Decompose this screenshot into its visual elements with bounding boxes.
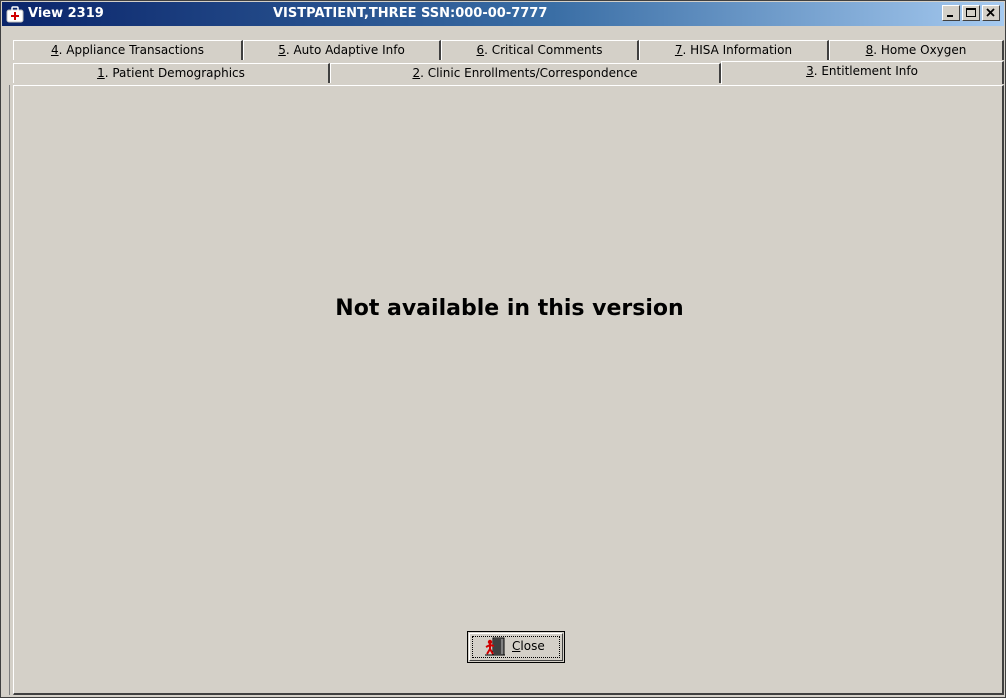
maximize-button[interactable]	[962, 5, 980, 21]
tab-entitlement-info[interactable]: 3. Entitlement Info	[721, 61, 1004, 84]
tab-content-panel: Not available in this version Close	[13, 85, 1004, 695]
close-button-label: Close	[512, 639, 545, 653]
window-title: View 2319	[28, 6, 104, 21]
minimize-icon	[947, 15, 953, 17]
tab-auto-adaptive-info[interactable]: 5. Auto Adaptive Info	[243, 40, 441, 60]
left-frame-edge	[9, 85, 12, 695]
maximize-icon	[966, 8, 976, 17]
tab-hisa-information[interactable]: 7. HISA Information	[639, 40, 829, 60]
caption-buttons	[942, 5, 1000, 23]
tab-patient-demographics[interactable]: 1. Patient Demographics	[13, 63, 330, 83]
medical-bag-icon	[6, 6, 24, 23]
tab-row-front: 1. Patient Demographics 2. Clinic Enroll…	[13, 61, 1004, 84]
patient-info: VISTPATIENT,THREE SSN:000-00-7777	[273, 6, 548, 21]
tab-row-back: 4. Appliance Transactions 5. Auto Adapti…	[13, 40, 1004, 61]
tab-appliance-transactions[interactable]: 4. Appliance Transactions	[13, 40, 243, 60]
exit-door-icon	[485, 637, 505, 656]
close-window-button[interactable]	[982, 5, 1000, 21]
not-available-message: Not available in this version	[335, 296, 684, 321]
tab-home-oxygen[interactable]: 8. Home Oxygen	[829, 40, 1004, 60]
title-bar[interactable]: View 2319 VISTPATIENT,THREE SSN:000-00-7…	[2, 2, 1004, 26]
minimize-button[interactable]	[942, 5, 960, 21]
tab-critical-comments[interactable]: 6. Critical Comments	[441, 40, 639, 60]
close-icon	[986, 8, 995, 17]
view-window: View 2319 VISTPATIENT,THREE SSN:000-00-7…	[0, 0, 1006, 698]
tab-clinic-enrollments[interactable]: 2. Clinic Enrollments/Correspondence	[330, 63, 721, 83]
close-button[interactable]: Close	[467, 631, 565, 663]
